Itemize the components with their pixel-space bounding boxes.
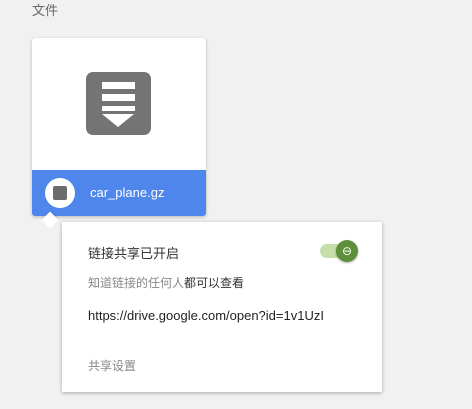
archive-icon	[53, 186, 67, 200]
archive-file-icon	[86, 72, 151, 135]
link-sharing-label: 链接共享已开启	[88, 246, 180, 261]
link-icon[interactable]: ⊖	[336, 240, 358, 262]
share-popup: 链接共享已开启 ⊖ 知道链接的任何人都可以查看 https://drive.go…	[62, 222, 382, 392]
access-prefix: 知道链接的任何人	[88, 276, 185, 290]
section-title: 文件	[32, 3, 59, 18]
file-card[interactable]: car_plane.gz	[32, 38, 206, 216]
sharing-settings-link[interactable]: 共享设置	[88, 357, 136, 374]
file-name: car_plane.gz	[90, 185, 165, 200]
file-type-badge	[45, 178, 75, 208]
file-name-bar[interactable]: car_plane.gz	[32, 170, 206, 216]
access-level[interactable]: 都可以查看	[184, 276, 244, 290]
share-url[interactable]: https://drive.google.com/open?id=1v1UzI	[88, 308, 324, 323]
access-description: 知道链接的任何人都可以查看	[88, 274, 244, 291]
